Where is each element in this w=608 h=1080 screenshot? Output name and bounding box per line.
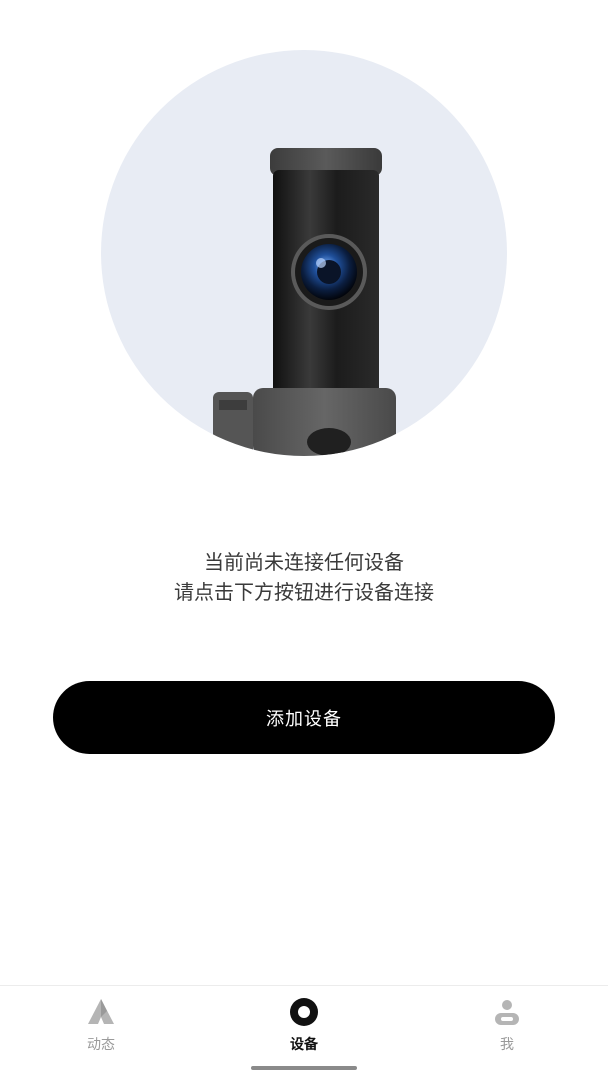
- tab-label-feed: 动态: [87, 1037, 115, 1053]
- tab-feed[interactable]: 动态: [41, 996, 161, 1060]
- tab-devices[interactable]: 设备: [244, 996, 364, 1060]
- tab-label-me: 我: [500, 1037, 514, 1053]
- device-icon: [290, 998, 318, 1026]
- empty-state-line-2: 请点击下方按钮进行设备连接: [174, 580, 434, 604]
- empty-state-message: 当前尚未连接任何设备 请点击下方按钮进行设备连接: [0, 547, 608, 607]
- hero-illustration: [101, 50, 507, 456]
- empty-state-line-1: 当前尚未连接任何设备: [204, 550, 404, 574]
- dashcam-camera-illustration: [213, 148, 396, 456]
- device-screen: 当前尚未连接任何设备 请点击下方按钮进行设备连接 添加设备 动态 设备 我: [0, 0, 608, 1080]
- home-indicator[interactable]: [251, 1066, 357, 1070]
- add-device-button[interactable]: 添加设备: [53, 681, 555, 754]
- tab-me[interactable]: 我: [447, 996, 567, 1060]
- feed-icon: [88, 999, 114, 1024]
- profile-icon: [495, 1000, 519, 1025]
- tab-label-devices: 设备: [290, 1037, 318, 1053]
